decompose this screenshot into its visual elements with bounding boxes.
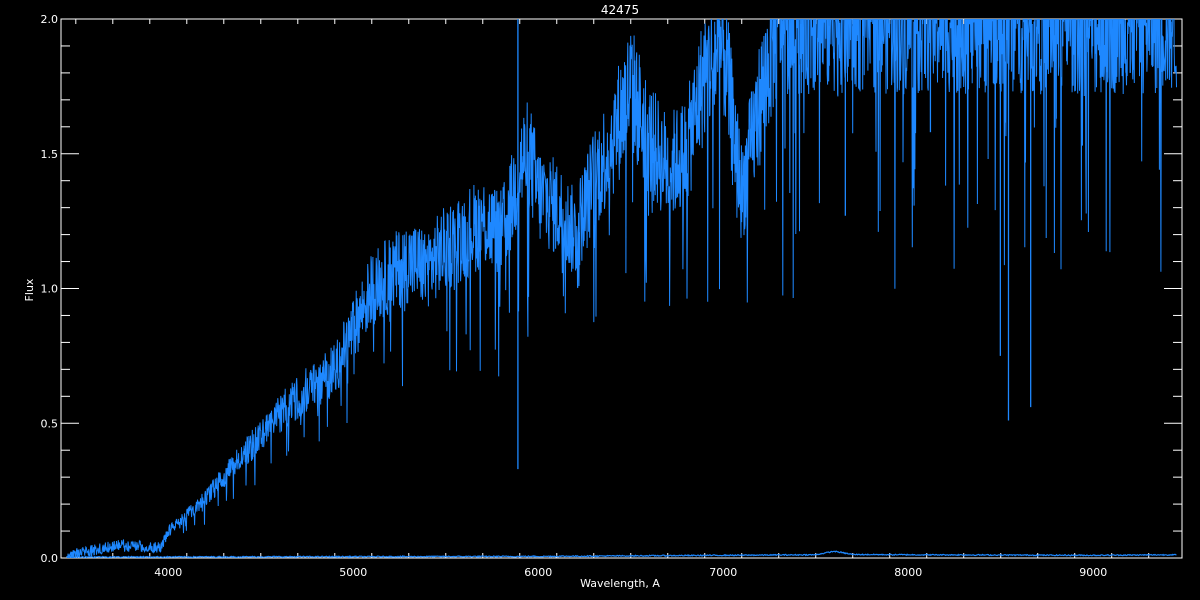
y-tick-label: 1.0 xyxy=(41,283,59,296)
x-tick-label: 4000 xyxy=(154,566,182,579)
x-tick-label: 7000 xyxy=(709,566,737,579)
series-line-flux xyxy=(66,19,1177,558)
x-tick-label: 5000 xyxy=(339,566,367,579)
spectrum-chart: 42475 Wavelength, A Flux 4000 5000 6000 700… xyxy=(23,3,1183,590)
y-tick-label: 1.5 xyxy=(41,148,59,161)
y-tick-label: 0.5 xyxy=(41,417,59,430)
x-tick-label: 6000 xyxy=(524,566,552,579)
chart-title: 42475 xyxy=(601,3,639,17)
x-axis-label: Wavelength, A xyxy=(580,577,660,590)
series-line-error xyxy=(66,550,1177,558)
y-axis-label: Flux xyxy=(23,278,36,301)
y-tick-label: 0.0 xyxy=(41,552,59,565)
x-tick-label: 8000 xyxy=(894,566,922,579)
y-tick-label: 2.0 xyxy=(41,13,59,26)
x-tick-label: 9000 xyxy=(1079,566,1107,579)
series-layer xyxy=(66,19,1177,558)
